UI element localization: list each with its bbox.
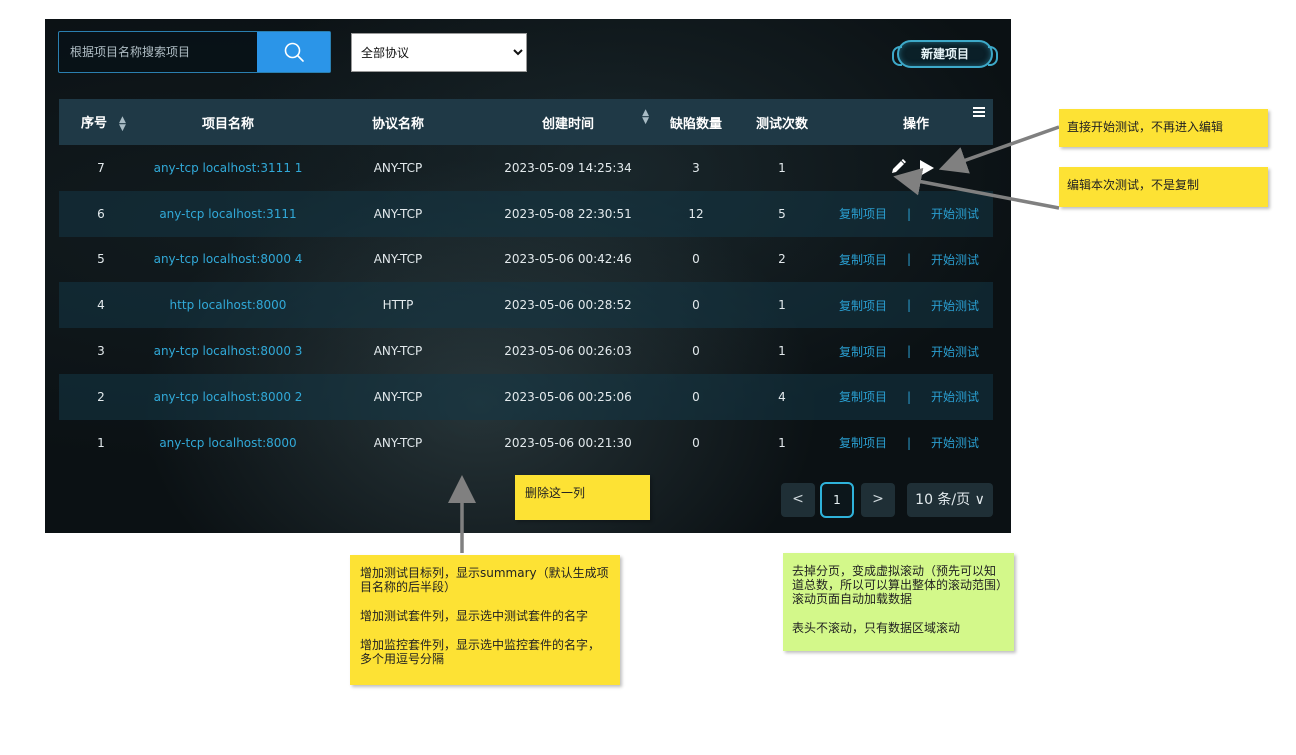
note-add-columns-line: 增加测试套件列，显示选中测试套件的名字 — [360, 609, 589, 623]
note-virtual-scroll-line: 去掉分页，变成虚拟滚动（预先可以知道总数，所以可以算出整体的滚动范围）滚动页面自… — [792, 564, 1003, 606]
arrow-start-test — [938, 125, 1060, 174]
note-virtual-scroll-line: 表头不滚动，只有数据区域滚动 — [792, 621, 961, 635]
note-edit-test: 编辑本次测试，不是复制 — [1059, 167, 1268, 207]
arrow-edit-test — [893, 167, 1060, 210]
note-add-columns: 增加测试目标列，显示summary（默认生成项目名称的后半段） 增加测试套件列，… — [350, 555, 620, 685]
note-virtual-scroll: 去掉分页，变成虚拟滚动（预先可以知道总数，所以可以算出整体的滚动范围）滚动页面自… — [783, 553, 1014, 651]
note-start-test: 直接开始测试，不再进入编辑 — [1059, 109, 1268, 147]
note-add-columns-line: 增加监控套件列，显示选中监控套件的名字，多个用逗号分隔 — [360, 638, 601, 666]
note-add-columns-line: 增加测试目标列，显示summary（默认生成项目名称的后半段） — [360, 566, 609, 594]
note-delete-column: 删除这一列 — [515, 475, 650, 520]
